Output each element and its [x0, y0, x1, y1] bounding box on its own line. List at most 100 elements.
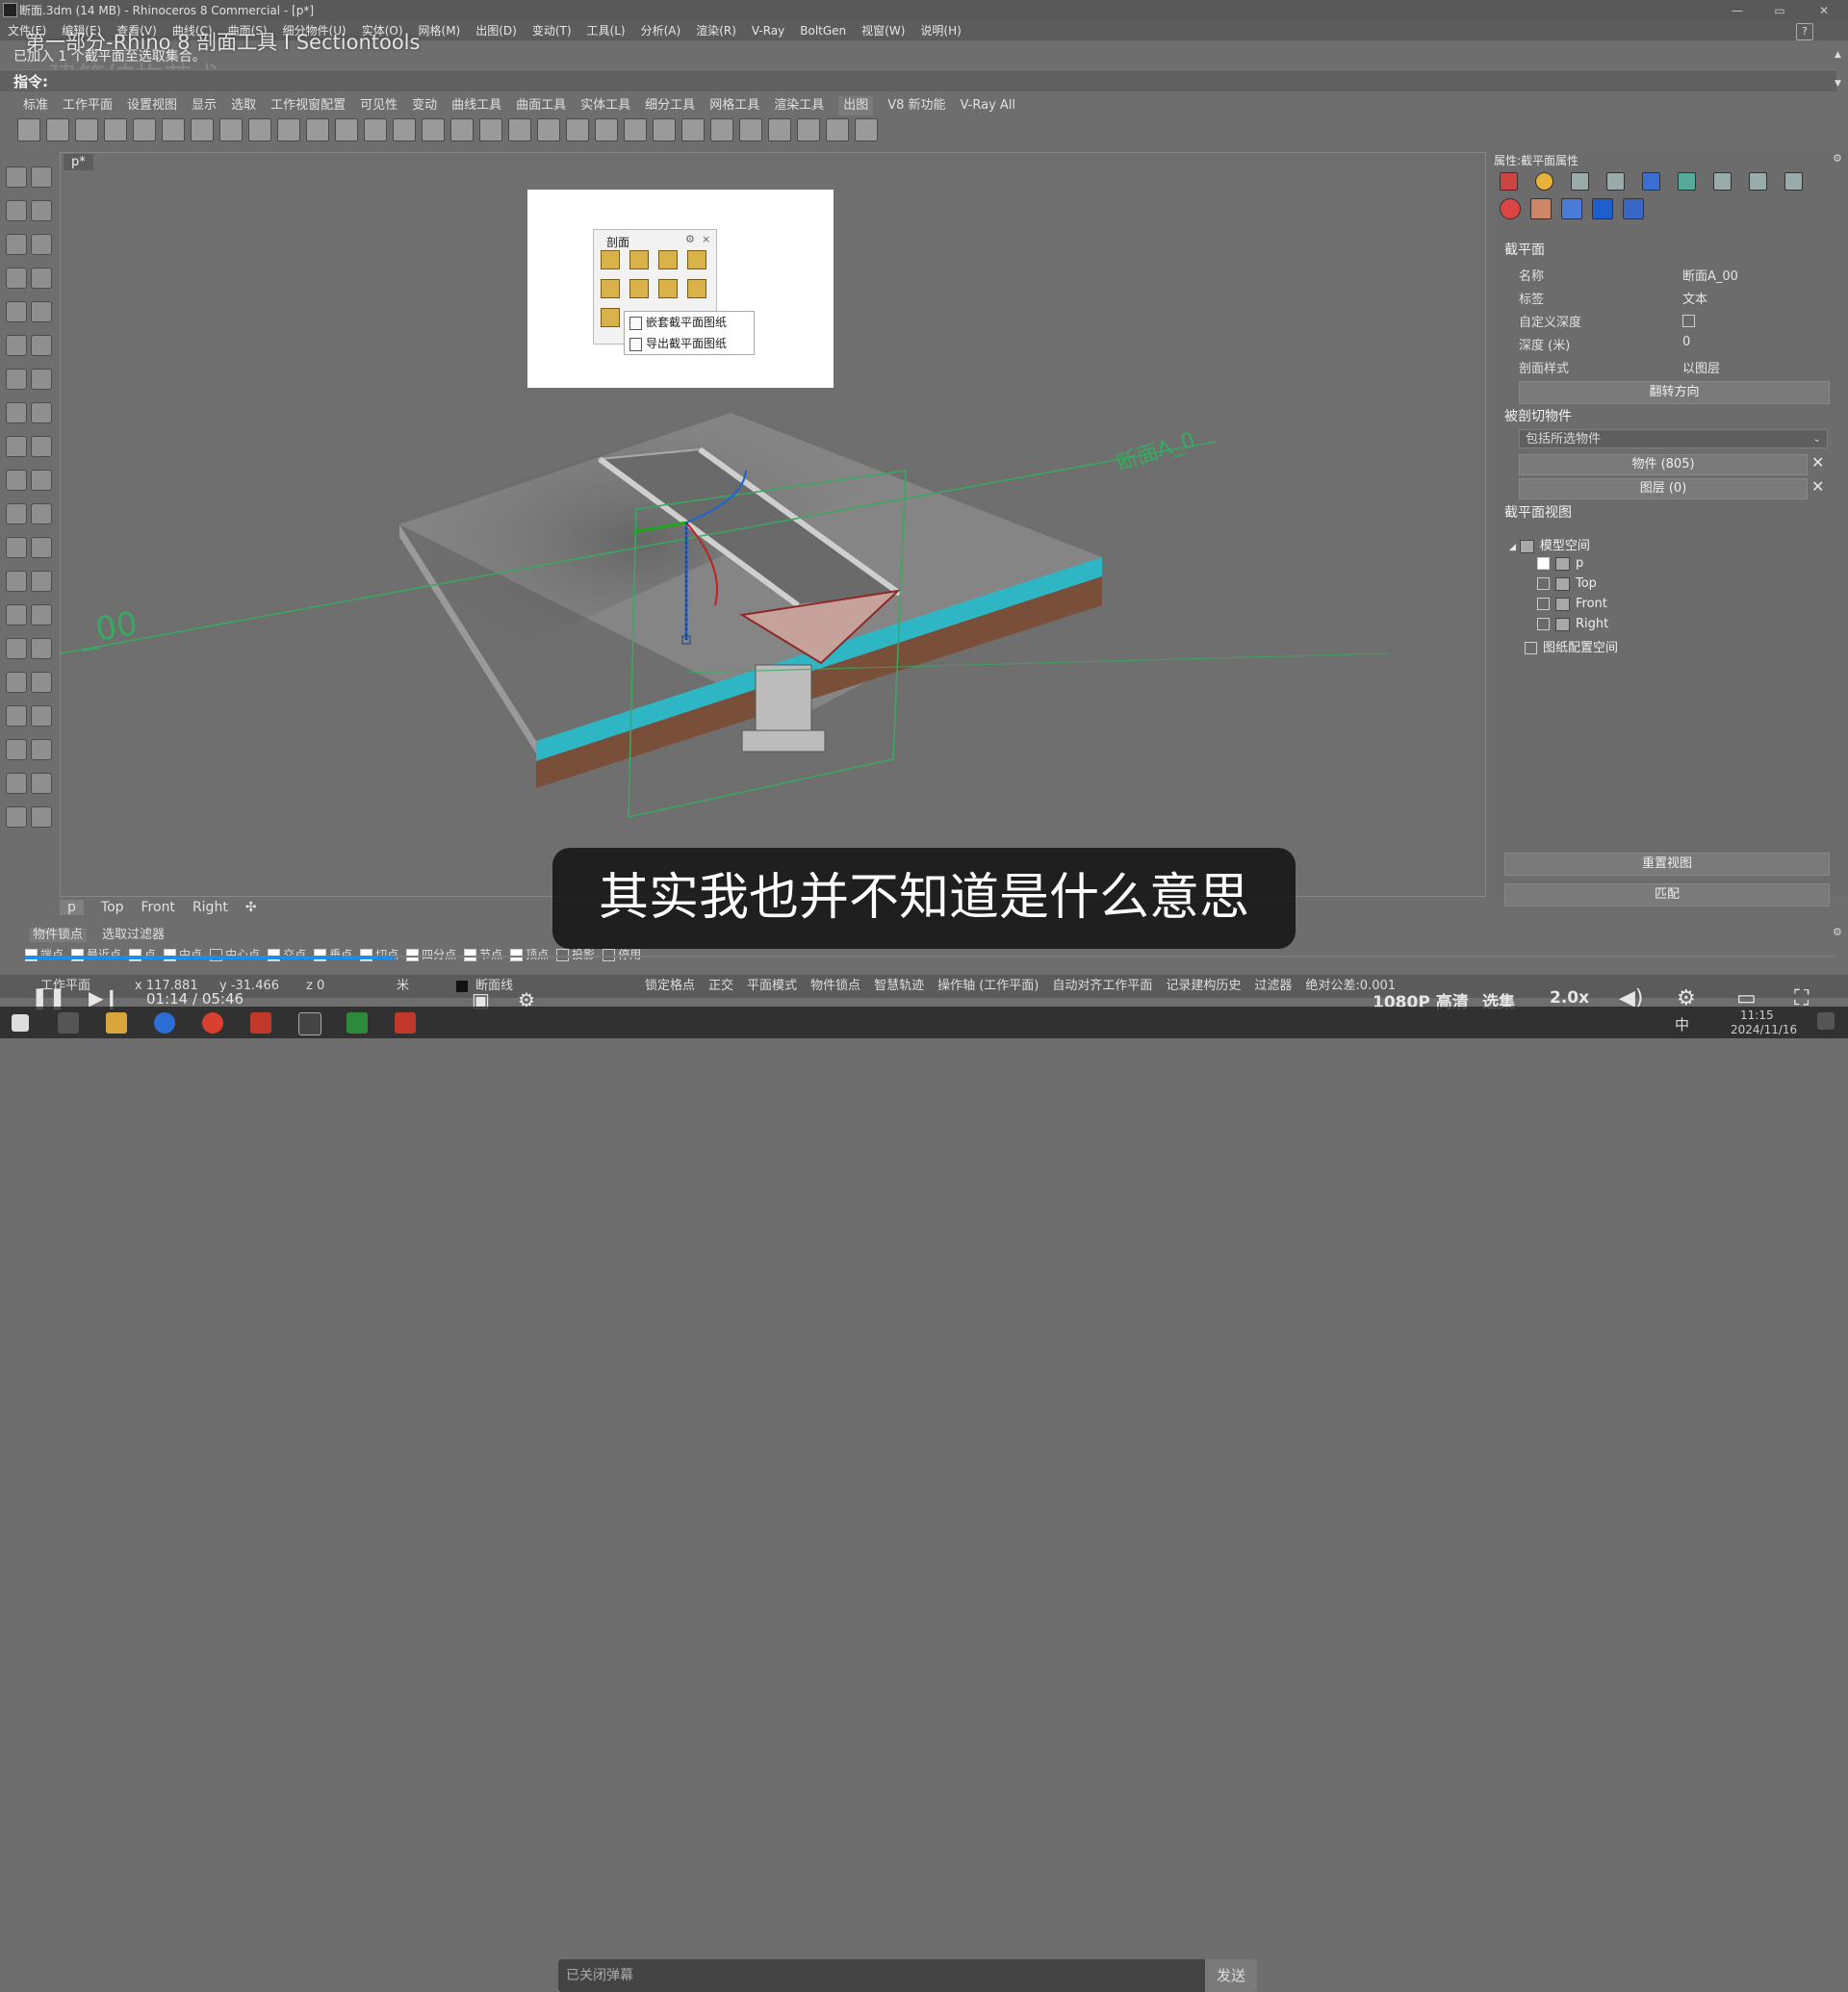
osnap-option[interactable]: 中点 — [164, 946, 202, 962]
toolbar-tab-0[interactable]: 标准 — [23, 96, 48, 115]
toolbar-tool-icon[interactable] — [450, 118, 474, 141]
menu-item-11[interactable]: 分析(A) — [641, 21, 681, 40]
toolbar-tool-icon[interactable] — [422, 118, 445, 141]
paper-space-checkbox[interactable] — [1525, 642, 1537, 654]
toolbar-tool-icon[interactable] — [739, 118, 762, 141]
section-tool-icon[interactable] — [601, 308, 620, 327]
toolbar-tool-icon[interactable] — [219, 118, 243, 141]
menu-item-16[interactable]: 说明(H) — [920, 21, 961, 40]
reset-view-button[interactable]: 重置视图 — [1504, 853, 1830, 876]
toolbar-tab-3[interactable]: 显示 — [192, 96, 217, 115]
left-tool-icon[interactable] — [6, 773, 27, 794]
toolbar-tool-icon[interactable] — [768, 118, 791, 141]
file-explorer-icon[interactable] — [106, 1012, 127, 1034]
notification-icon[interactable] — [1817, 1012, 1835, 1030]
toolbar-tab-6[interactable]: 可见性 — [360, 96, 398, 115]
toolbar-tool-icon[interactable] — [17, 118, 40, 141]
osnap-option[interactable]: 切点 — [360, 946, 398, 962]
remove-objects-icon[interactable]: ✕ — [1811, 453, 1824, 472]
left-tool-icon[interactable] — [6, 705, 27, 727]
left-tool-icon[interactable] — [31, 335, 52, 356]
section-tool-icon[interactable] — [601, 250, 620, 269]
tree-model-space[interactable]: ◢ 模型空间 — [1509, 535, 1590, 553]
section-tool-icon[interactable] — [687, 250, 706, 269]
rhino-taskbar-icon[interactable] — [298, 1012, 321, 1035]
light-icon[interactable] — [1642, 172, 1660, 191]
left-tool-icon[interactable] — [31, 402, 52, 423]
environment-icon[interactable] — [1678, 172, 1696, 191]
toolbar-tool-icon[interactable] — [537, 118, 560, 141]
left-tool-icon[interactable] — [31, 268, 52, 289]
toolbar-tool-icon[interactable] — [566, 118, 589, 141]
property-value[interactable]: 0 — [1682, 335, 1827, 349]
toolbar-tab-1[interactable]: 工作平面 — [63, 96, 113, 115]
viewport-tab-0[interactable]: p — [60, 900, 84, 915]
toolbar-tool-icon[interactable] — [162, 118, 185, 141]
section-style-icon[interactable] — [1561, 198, 1582, 219]
toolbar-tool-icon[interactable] — [46, 118, 69, 141]
texture-icon[interactable] — [1713, 172, 1732, 191]
left-tool-icon[interactable] — [31, 571, 52, 592]
osnap-option[interactable]: 节点 — [464, 946, 502, 962]
osnap-option[interactable]: 点 — [129, 946, 156, 962]
camera-icon[interactable] — [1606, 172, 1625, 191]
toolbar-tool-icon[interactable] — [364, 118, 387, 141]
toolbar-tool-icon[interactable] — [277, 118, 300, 141]
minimize-button[interactable]: — — [1723, 0, 1752, 21]
left-tool-icon[interactable] — [6, 335, 27, 356]
left-tool-icon[interactable] — [31, 773, 52, 794]
toolbar-tool-icon[interactable] — [335, 118, 358, 141]
section-tool-icon[interactable] — [629, 250, 649, 269]
left-tool-icon[interactable] — [6, 503, 27, 524]
tree-expand-icon[interactable]: ◢ — [1509, 543, 1516, 552]
edge-icon[interactable] — [154, 1012, 175, 1034]
danmu-input[interactable]: 已关闭弹幕 — [558, 1959, 1257, 1992]
left-tool-icon[interactable] — [31, 537, 52, 558]
wps-icon[interactable] — [250, 1012, 271, 1034]
section-tool-icon[interactable] — [601, 279, 620, 298]
task-view-icon[interactable] — [58, 1012, 79, 1034]
toolbar-tab-2[interactable]: 设置视图 — [127, 96, 177, 115]
left-tool-icon[interactable] — [6, 672, 27, 693]
toolbar-tool-icon[interactable] — [681, 118, 705, 141]
left-tool-icon[interactable] — [6, 200, 27, 221]
left-tool-icon[interactable] — [6, 166, 27, 188]
toolbar-tab-8[interactable]: 曲线工具 — [451, 96, 501, 115]
toolbar-tool-icon[interactable] — [508, 118, 531, 141]
left-tool-icon[interactable] — [31, 436, 52, 457]
left-tool-icon[interactable] — [31, 604, 52, 626]
osnap-option[interactable]: 交点 — [268, 946, 306, 962]
viewport-tab-2[interactable]: Front — [141, 900, 175, 915]
section-tool-icon[interactable] — [687, 279, 706, 298]
left-tool-icon[interactable] — [6, 268, 27, 289]
viewport-tab-3[interactable]: Right — [192, 900, 228, 915]
toolbar-tool-icon[interactable] — [248, 118, 271, 141]
scroll-up-icon[interactable]: ▲ — [1835, 50, 1841, 60]
osnap-option[interactable]: 最近点 — [71, 946, 121, 962]
menu-item-13[interactable]: V-Ray — [752, 21, 784, 40]
tree-item-viewport[interactable]: Front — [1537, 597, 1608, 617]
toolbar-tool-icon[interactable] — [479, 118, 502, 141]
remove-layers-icon[interactable]: ✕ — [1811, 477, 1824, 496]
section-tool-icon[interactable] — [658, 250, 678, 269]
left-tool-icon[interactable] — [6, 571, 27, 592]
match-button[interactable]: 匹配 — [1504, 883, 1830, 907]
viewport-tab-1[interactable]: Top — [101, 900, 124, 915]
speed-button[interactable]: 2.0x — [1550, 988, 1589, 1008]
viewport-name[interactable]: p* — [64, 154, 93, 170]
property-value[interactable]: 以图层 — [1682, 358, 1827, 376]
vray-icon[interactable] — [1592, 198, 1613, 219]
toolbar-tab-14[interactable]: 出图 — [838, 96, 874, 115]
toolbar-tool-icon[interactable] — [133, 118, 156, 141]
decal-icon[interactable] — [1530, 198, 1552, 219]
left-tool-icon[interactable] — [6, 369, 27, 390]
toolbar-tab-11[interactable]: 细分工具 — [645, 96, 695, 115]
toolbar-tool-icon[interactable] — [595, 118, 618, 141]
left-tool-icon[interactable] — [31, 806, 52, 828]
tree-paper-space[interactable]: 图纸配置空间 — [1525, 637, 1618, 655]
left-tool-icon[interactable] — [31, 234, 52, 255]
left-tool-icon[interactable] — [31, 369, 52, 390]
viewport-checkbox[interactable] — [1537, 577, 1550, 590]
windows-start-icon[interactable] — [12, 1014, 29, 1032]
red-app-icon[interactable] — [395, 1012, 416, 1034]
